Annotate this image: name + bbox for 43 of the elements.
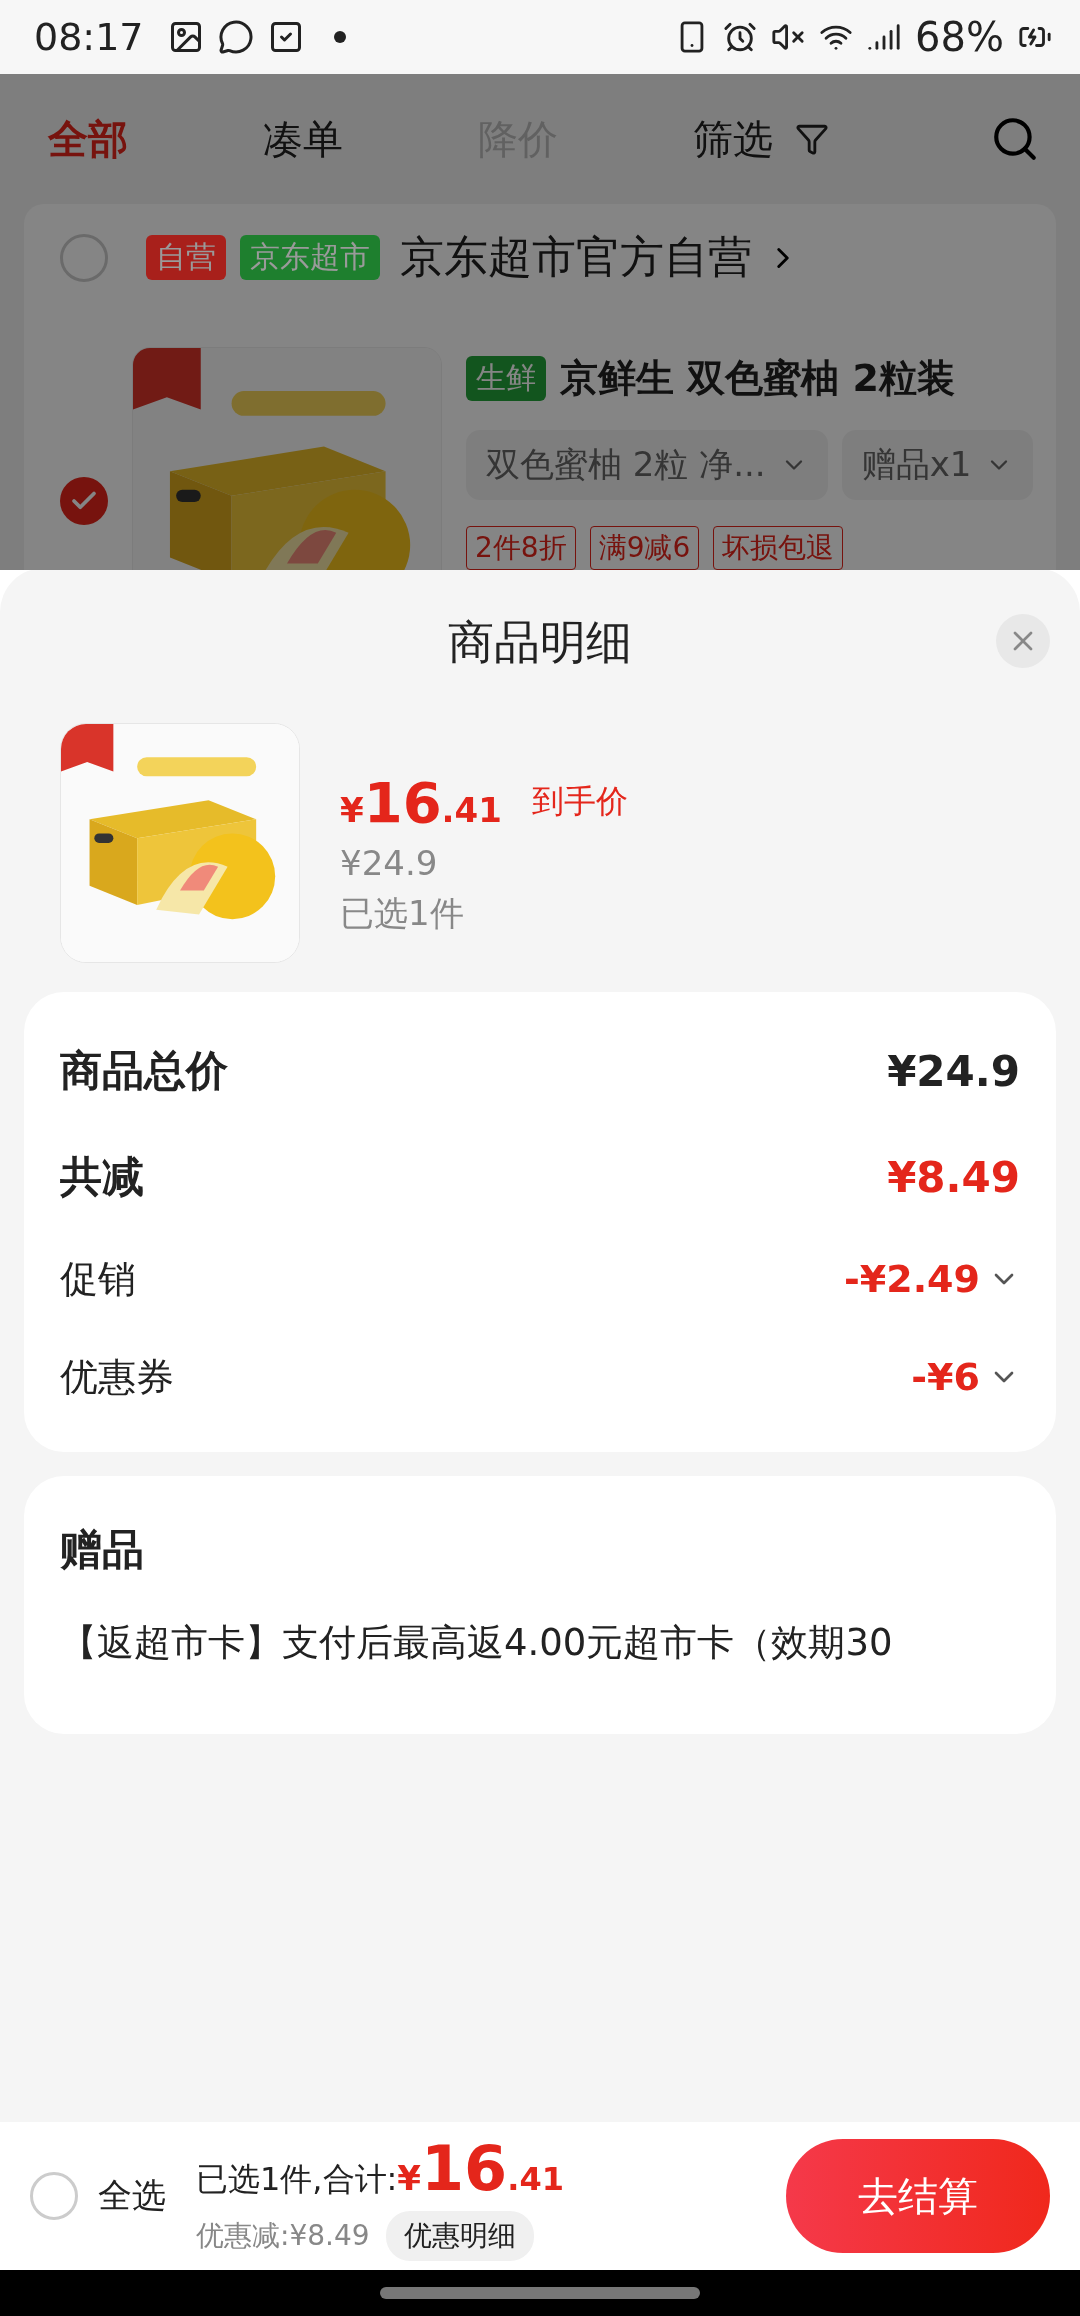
gift-title: 赠品	[60, 1524, 145, 1576]
filter-icon	[795, 122, 829, 156]
discount-amount: 优惠减:¥8.49	[196, 2217, 370, 2254]
filter-tab[interactable]: 全部	[48, 111, 263, 167]
discount-detail-button[interactable]: 优惠明细	[385, 2210, 534, 2261]
status-time: 08:17	[34, 15, 144, 59]
alarm-icon	[723, 20, 758, 54]
variant-dropdown[interactable]: 双色蜜柚 2粒 净...	[466, 430, 828, 500]
summary-label: 优惠券	[60, 1353, 174, 1401]
summary-label: 促销	[60, 1255, 136, 1303]
select-all-label[interactable]: 全选	[98, 2173, 166, 2219]
summary-label: 共减	[60, 1151, 144, 1203]
final-price: ¥16.41	[340, 769, 502, 835]
store-checkbox[interactable]	[60, 233, 108, 282]
summary-value[interactable]: -¥2.49	[844, 1257, 980, 1301]
original-price: ¥24.9	[340, 842, 439, 883]
dot-icon	[333, 31, 346, 43]
selected-count: 已选1件	[340, 891, 465, 935]
total-price: ¥16.41	[397, 2131, 564, 2205]
promo-tag: 坏损包退	[713, 526, 844, 570]
select-all-checkbox[interactable]	[30, 2172, 78, 2220]
battery-level: 68%	[915, 14, 1004, 60]
selected-summary: 已选1件,合计:	[196, 2158, 398, 2200]
store-badge: 京东超市	[240, 235, 380, 280]
checkout-button[interactable]: 去结算	[786, 2139, 1050, 2253]
home-handle[interactable]	[380, 2287, 700, 2299]
summary-value[interactable]: -¥6	[911, 1355, 980, 1399]
product-title[interactable]: 京鲜生 双色蜜柚 2粒装	[560, 353, 955, 404]
gift-description: 【返超市卡】支付后最高返4.00元超市卡（效期30	[60, 1620, 894, 1666]
summary-value: ¥8.49	[887, 1152, 1020, 1202]
store-name[interactable]: 京东超市官方自营	[400, 228, 752, 287]
price-label: 到手价	[531, 781, 628, 822]
product-checkbox[interactable]	[60, 477, 108, 525]
sheet-title: 商品明细	[448, 614, 632, 671]
filter-tab[interactable]: 筛选	[693, 111, 908, 167]
summary-label: 商品总价	[60, 1045, 228, 1097]
category-tag: 生鲜	[466, 356, 546, 401]
promo-tag: 2件8折	[466, 526, 576, 570]
chat-icon	[217, 19, 254, 55]
variant-dropdown[interactable]: 赠品x1	[841, 430, 1034, 500]
filter-tab[interactable]: 凑单	[263, 111, 478, 167]
store-badge: 自营	[146, 235, 226, 280]
summary-value: ¥24.9	[887, 1046, 1020, 1096]
